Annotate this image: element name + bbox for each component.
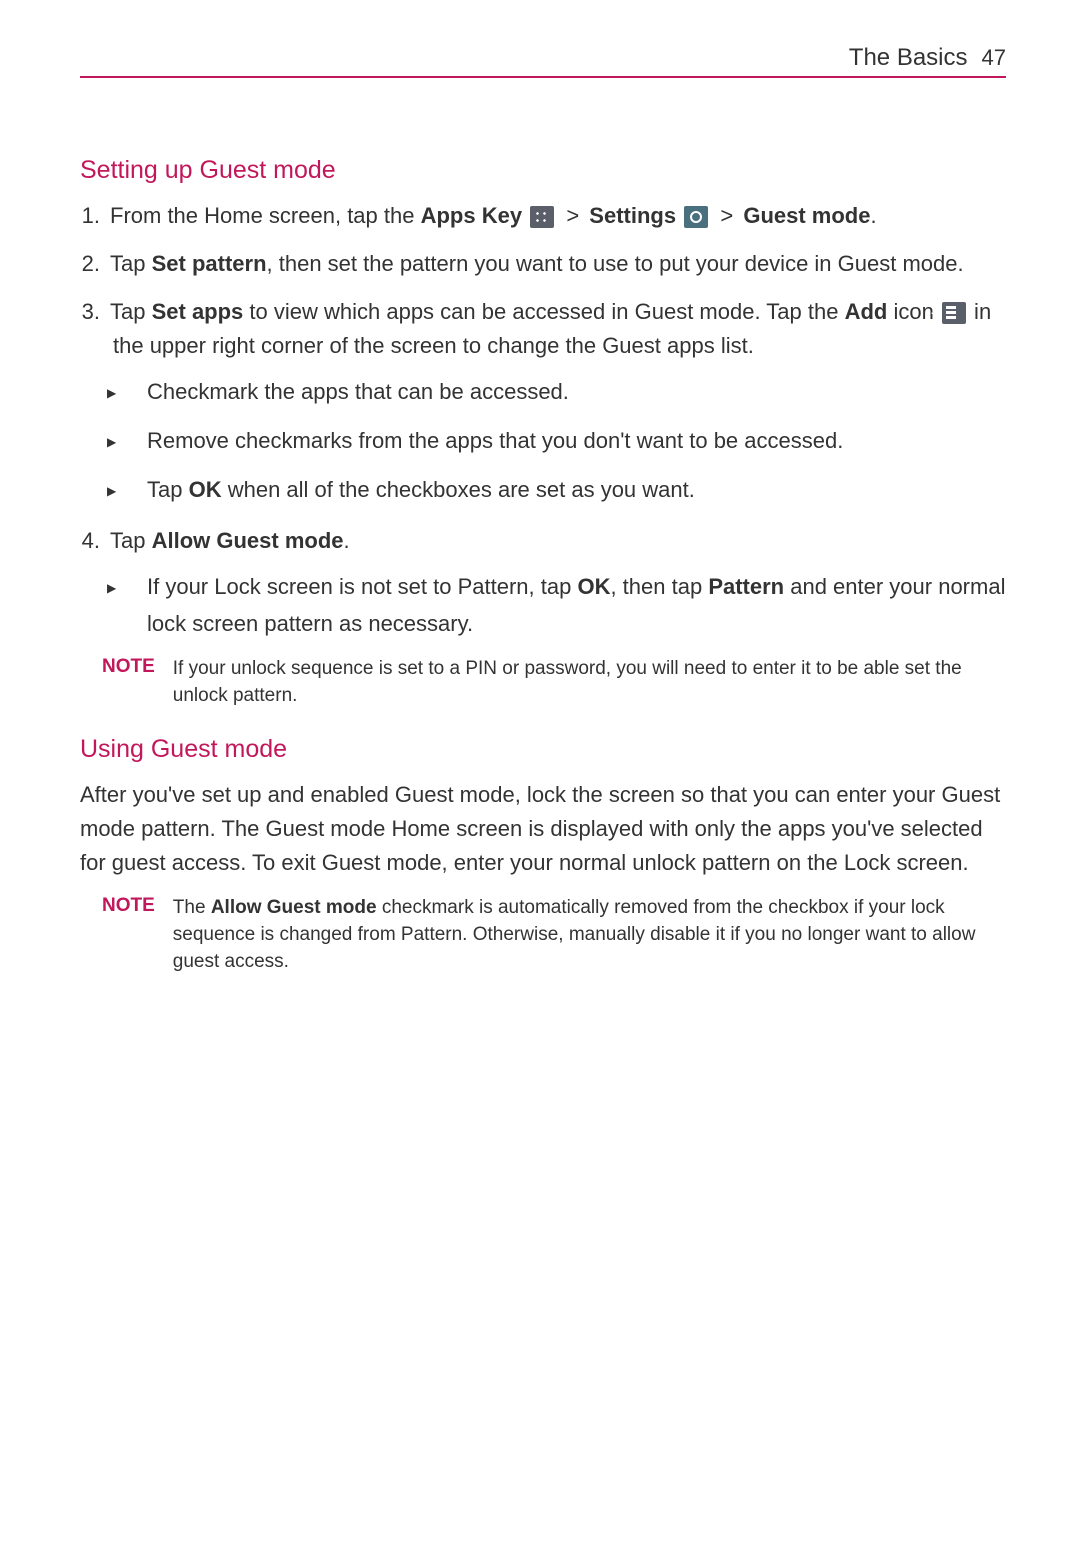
sub-list: Checkmark the apps that can be accessed.… xyxy=(127,375,1006,510)
term-allow-guest-mode: Allow Guest mode xyxy=(152,528,344,553)
apps-icon xyxy=(530,206,554,228)
term-ok: OK xyxy=(577,574,610,599)
text: Tap xyxy=(110,528,152,553)
header-section: The Basics xyxy=(849,44,968,72)
step-num: 3. xyxy=(80,295,100,329)
text: , then set the pattern you want to use t… xyxy=(267,251,964,276)
sub-item: Remove checkmarks from the apps that you… xyxy=(127,424,1006,461)
text: , then tap xyxy=(610,574,708,599)
step-num: 1. xyxy=(80,199,100,233)
document-page: The Basics 47 Setting up Guest mode 1. Fr… xyxy=(0,0,1080,1552)
text: Remove checkmarks from the apps that you… xyxy=(147,428,843,453)
note-label: NOTE xyxy=(102,894,155,975)
term-add: Add xyxy=(845,299,888,324)
term-pattern: Pattern xyxy=(708,574,784,599)
step-num: 2. xyxy=(80,247,100,281)
steps-list: 1. From the Home screen, tap the Apps Key… xyxy=(80,199,1006,641)
term-guest-mode: Guest mode xyxy=(743,203,870,228)
step-num: 4. xyxy=(80,524,100,558)
text: . xyxy=(344,528,350,553)
step-1: 1. From the Home screen, tap the Apps Key… xyxy=(80,199,1006,233)
chevron: > xyxy=(566,203,579,228)
text: From the Home screen, tap the xyxy=(110,203,421,228)
step-4: 4. Tap Allow Guest mode. If your Lock scr… xyxy=(80,524,1006,641)
text: The xyxy=(173,897,211,918)
note-label: NOTE xyxy=(102,655,155,709)
term-apps-key: Apps Key xyxy=(421,203,522,228)
note-block: NOTE The Allow Guest mode checkmark is a… xyxy=(102,894,1006,975)
text: Tap xyxy=(147,477,189,502)
note-block: NOTE If your unlock sequence is set to a… xyxy=(102,655,1006,709)
heading-using: Using Guest mode xyxy=(80,735,1006,764)
term-ok: OK xyxy=(189,477,222,502)
step-2: 2. Tap Set pattern, then set the pattern … xyxy=(80,247,1006,281)
term-allow-guest-mode: Allow Guest mode xyxy=(211,897,377,918)
chevron: > xyxy=(720,203,733,228)
sub-list: If your Lock screen is not set to Patter… xyxy=(127,570,1006,641)
text: Tap xyxy=(110,299,152,324)
term-set-apps: Set apps xyxy=(152,299,244,324)
step-3: 3. Tap Set apps to view which apps can be… xyxy=(80,295,1006,510)
sub-item: If your Lock screen is not set to Patter… xyxy=(127,570,1006,641)
settings-icon xyxy=(684,206,708,228)
sub-item: Tap OK when all of the checkboxes are se… xyxy=(127,473,1006,510)
term-settings: Settings xyxy=(589,203,676,228)
heading-setting-up: Setting up Guest mode xyxy=(80,156,1006,185)
term-set-pattern: Set pattern xyxy=(152,251,267,276)
text: Checkmark the apps that can be accessed. xyxy=(147,379,569,404)
note-text: The Allow Guest mode checkmark is automa… xyxy=(173,894,1006,975)
text: If your Lock screen is not set to Patter… xyxy=(147,574,577,599)
add-icon xyxy=(942,302,966,324)
page-number: 47 xyxy=(982,45,1006,71)
sub-item: Checkmark the apps that can be accessed. xyxy=(127,375,1006,412)
text: to view which apps can be accessed in Gu… xyxy=(243,299,844,324)
text: Tap xyxy=(110,251,152,276)
note-text: If your unlock sequence is set to a PIN … xyxy=(173,655,1006,709)
period: . xyxy=(870,203,876,228)
page-header: The Basics 47 xyxy=(80,44,1006,78)
text: when all of the checkboxes are set as yo… xyxy=(222,477,695,502)
paragraph: After you've set up and enabled Guest mo… xyxy=(80,778,1006,880)
